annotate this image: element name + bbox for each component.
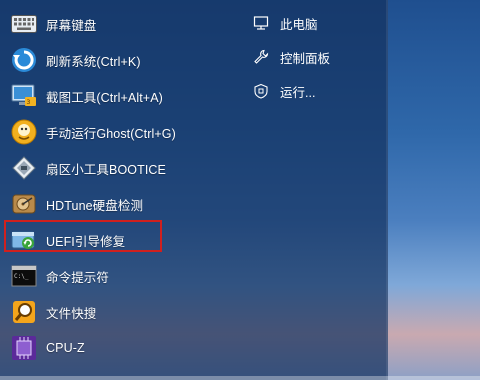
menu-item-label: 文件快搜 [46, 306, 97, 321]
run-icon [252, 82, 270, 100]
command-prompt-icon: C:\_ [10, 262, 38, 290]
menu-item-on-screen-keyboard[interactable]: 屏幕键盘 [0, 6, 230, 42]
link-label: 运行... [280, 85, 316, 100]
svg-text:C:\_: C:\_ [14, 273, 29, 280]
screenshot-icon: 3 [10, 82, 38, 110]
file-search-icon [10, 298, 38, 326]
ghost-icon [10, 118, 38, 146]
link-run[interactable]: 运行... [252, 74, 382, 108]
taskbar-edge [0, 376, 480, 380]
system-links: 此电脑 控制面板 运行... [252, 6, 382, 108]
menu-item-label: HDTune硬盘检测 [46, 198, 144, 213]
menu-item-label: 扇区小工具BOOTICE [46, 162, 166, 177]
menu-item-label: 手动运行Ghost(Ctrl+G) [46, 126, 176, 141]
app-list: 屏幕键盘 刷新系统(Ctrl+K) 3 截图工具(Ctrl+Alt+A) 手动运… [0, 6, 230, 366]
menu-item-run-ghost[interactable]: 手动运行Ghost(Ctrl+G) [0, 114, 230, 150]
menu-item-label: 截图工具(Ctrl+Alt+A) [46, 90, 163, 105]
menu-item-command-prompt[interactable]: C:\_ 命令提示符 [0, 258, 230, 294]
link-label: 控制面板 [280, 51, 331, 66]
menu-item-screenshot-tool[interactable]: 3 截图工具(Ctrl+Alt+A) [0, 78, 230, 114]
menu-item-bootice[interactable]: 扇区小工具BOOTICE [0, 150, 230, 186]
link-control-panel[interactable]: 控制面板 [252, 40, 382, 74]
computer-icon [252, 14, 270, 32]
menu-item-file-search[interactable]: 文件快搜 [0, 294, 230, 330]
menu-item-cpu-z[interactable]: CPU-Z [0, 330, 230, 366]
menu-item-label: UEFI引导修复 [46, 234, 126, 249]
uefi-repair-icon [10, 226, 38, 254]
link-this-pc[interactable]: 此电脑 [252, 6, 382, 40]
menu-item-label: CPU-Z [46, 341, 85, 355]
cpu-z-icon [10, 334, 38, 362]
hard-disk-icon [10, 190, 38, 218]
menu-item-refresh-system[interactable]: 刷新系统(Ctrl+K) [0, 42, 230, 78]
menu-item-label: 命令提示符 [46, 270, 110, 285]
refresh-icon [10, 46, 38, 74]
menu-item-label: 屏幕键盘 [46, 18, 97, 33]
svg-text:3: 3 [27, 99, 31, 106]
bootice-icon [10, 154, 38, 182]
wrench-icon [252, 48, 270, 66]
keyboard-icon [10, 10, 38, 38]
menu-item-label: 刷新系统(Ctrl+K) [46, 54, 141, 69]
link-label: 此电脑 [280, 17, 318, 32]
menu-item-uefi-repair[interactable]: UEFI引导修复 [0, 222, 230, 258]
menu-item-hdtune[interactable]: HDTune硬盘检测 [0, 186, 230, 222]
start-menu: 屏幕键盘 刷新系统(Ctrl+K) 3 截图工具(Ctrl+Alt+A) 手动运… [0, 0, 388, 380]
